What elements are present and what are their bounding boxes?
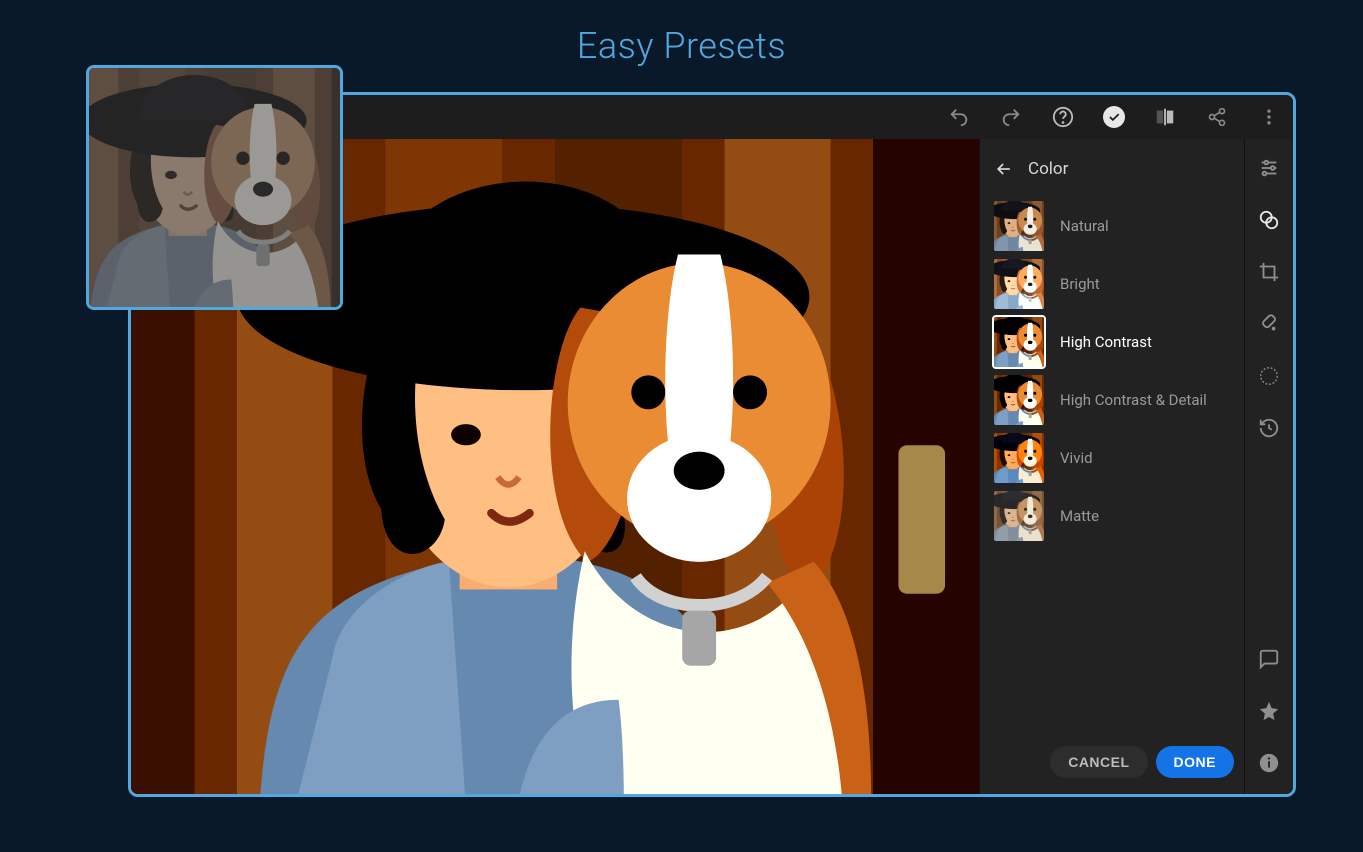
presets-icon[interactable] (1256, 207, 1282, 233)
undo-icon[interactable] (947, 105, 971, 129)
preset-label: High Contrast & Detail (1060, 391, 1207, 409)
share-icon[interactable] (1205, 105, 1229, 129)
panel-back-button[interactable]: Color (980, 139, 1244, 201)
help-icon[interactable] (1051, 105, 1075, 129)
preset-item[interactable]: High Contrast (994, 317, 1230, 367)
preset-thumbnail (994, 433, 1044, 483)
rate-star-icon[interactable] (1256, 698, 1282, 724)
overflow-menu-icon[interactable] (1257, 105, 1281, 129)
done-button[interactable]: DONE (1156, 746, 1234, 778)
preset-list: Natural Bright High Contrast High Contrast … (980, 201, 1244, 734)
preset-thumbnail (994, 317, 1044, 367)
panel-footer: CANCEL DONE (980, 734, 1244, 794)
preset-label: Vivid (1060, 449, 1093, 467)
masking-icon[interactable] (1256, 363, 1282, 389)
healing-icon[interactable] (1256, 311, 1282, 337)
versions-icon[interactable] (1256, 415, 1282, 441)
preset-label: Natural (1060, 217, 1109, 235)
cancel-button[interactable]: CANCEL (1050, 746, 1147, 778)
preset-item[interactable]: Matte (994, 491, 1230, 541)
preset-thumbnail (994, 201, 1044, 251)
preset-item[interactable]: Bright (994, 259, 1230, 309)
presets-panel: Color Natural Bright High Contrast High Con… (979, 139, 1245, 794)
back-arrow-icon (994, 159, 1014, 179)
sliders-icon[interactable] (1256, 155, 1282, 181)
preset-item[interactable]: High Contrast & Detail (994, 375, 1230, 425)
redo-icon[interactable] (999, 105, 1023, 129)
compare-icon[interactable] (1153, 105, 1177, 129)
tool-rail (1245, 139, 1293, 794)
preset-thumbnail (994, 259, 1044, 309)
info-icon[interactable] (1256, 750, 1282, 776)
preset-item[interactable]: Natural (994, 201, 1230, 251)
cloud-status-icon[interactable] (1103, 106, 1125, 128)
preset-item[interactable]: Vivid (994, 433, 1230, 483)
comments-icon[interactable] (1256, 646, 1282, 672)
crop-icon[interactable] (1256, 259, 1282, 285)
preset-label: High Contrast (1060, 333, 1152, 351)
panel-title: Color (1028, 159, 1068, 179)
before-thumbnail (86, 65, 343, 310)
preset-thumbnail (994, 491, 1044, 541)
preset-label: Matte (1060, 507, 1099, 525)
preset-thumbnail (994, 375, 1044, 425)
preset-label: Bright (1060, 275, 1100, 293)
